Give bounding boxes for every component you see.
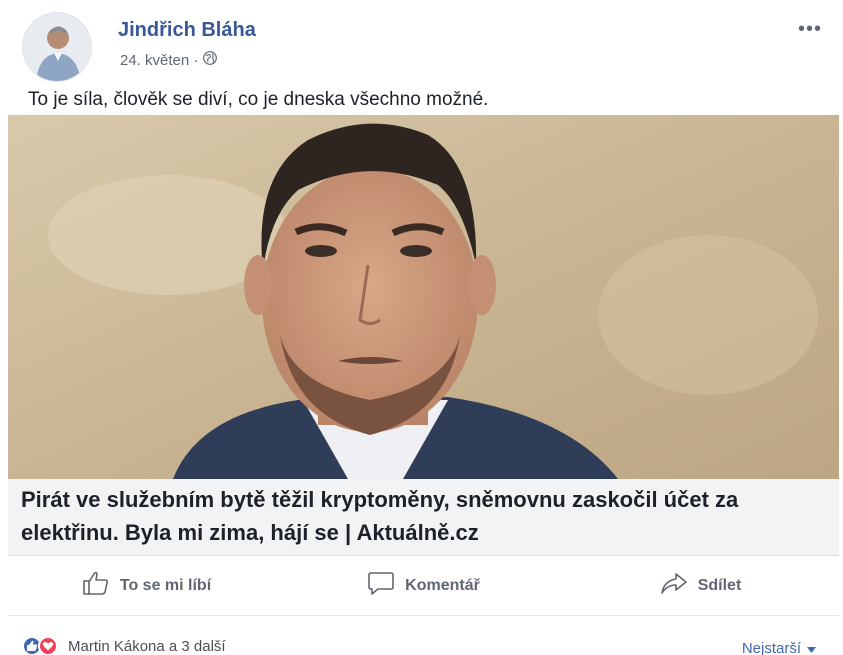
link-title[interactable]: Pirát ve služebním bytě těžil kryptoměny…	[21, 483, 821, 549]
post-header: Jindřich Bláha 24. květen · •••	[22, 12, 822, 82]
share-icon	[660, 570, 688, 601]
thumbs-up-icon	[82, 570, 110, 601]
like-button[interactable]: To se mi líbí	[8, 556, 285, 615]
caret-down-icon	[807, 640, 816, 655]
post-actions-bar: To se mi líbí Komentář Sdílet	[8, 556, 839, 616]
post-caption: To je síla, člověk se diví, co je dneska…	[28, 89, 489, 110]
link-preview[interactable]: Pirát ve služebním bytě těžil kryptoměny…	[8, 479, 839, 556]
post-footer: Martin Kákona a 3 další Nejstarší	[22, 634, 822, 655]
like-label: To se mi líbí	[119, 576, 212, 594]
comment-icon	[367, 570, 395, 601]
comment-label: Komentář	[405, 576, 480, 594]
reaction-icons[interactable]	[22, 636, 58, 655]
share-label: Sdílet	[697, 576, 742, 594]
sort-label: Nejstarší	[741, 640, 801, 655]
more-options-button[interactable]: •••	[798, 18, 822, 41]
author-avatar[interactable]	[22, 12, 92, 82]
comment-sort-dropdown[interactable]: Nejstarší	[742, 640, 816, 655]
author-name[interactable]: Jindřich Bláha	[118, 19, 256, 42]
globe-icon	[203, 51, 218, 69]
reactions-summary[interactable]: Martin Kákona a 3 další	[68, 638, 226, 655]
share-button[interactable]: Sdílet	[562, 556, 839, 615]
love-reaction-icon	[38, 636, 58, 655]
post-date[interactable]: 24. květen ·	[120, 52, 198, 69]
article-preview-image[interactable]	[8, 115, 839, 479]
comment-button[interactable]: Komentář	[285, 556, 562, 615]
post-meta: 24. květen ·	[120, 51, 218, 69]
